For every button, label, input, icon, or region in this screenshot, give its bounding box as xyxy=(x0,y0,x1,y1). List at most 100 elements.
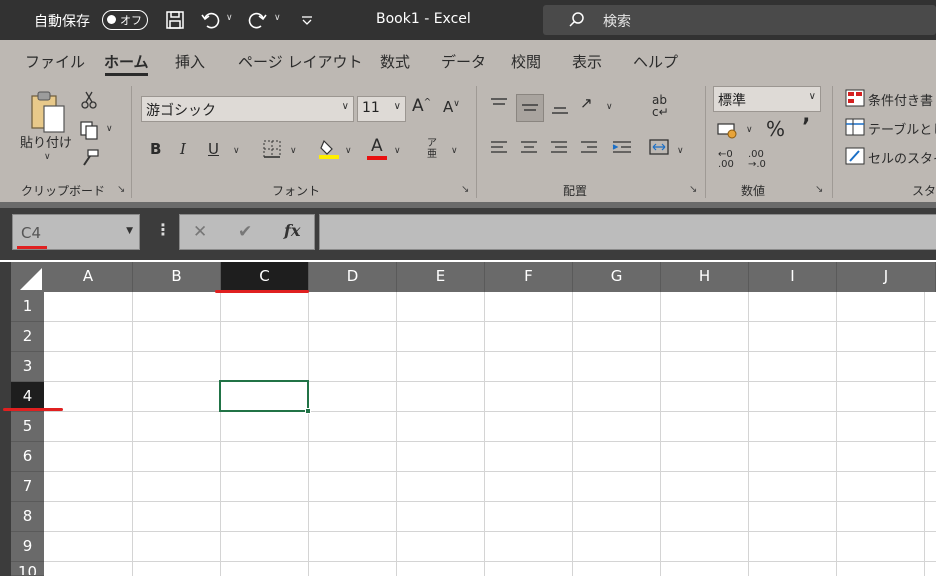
horizontal-align-icons[interactable] xyxy=(489,138,613,158)
save-icon[interactable] xyxy=(164,9,186,31)
column-header-d[interactable]: D xyxy=(309,262,397,292)
align-top-icon[interactable] xyxy=(489,96,509,114)
row-header-5[interactable]: 5 xyxy=(11,412,44,442)
fill-color-dropdown-icon[interactable]: ∨ xyxy=(345,146,352,156)
font-launcher-icon[interactable]: ↘ xyxy=(461,184,469,195)
undo-dropdown-icon[interactable]: ∨ xyxy=(226,13,233,23)
redo-dropdown-icon[interactable]: ∨ xyxy=(274,13,281,23)
borders-dropdown-icon[interactable]: ∨ xyxy=(290,146,297,156)
increase-font-icon[interactable]: A^ xyxy=(412,98,431,115)
select-all-button[interactable] xyxy=(11,262,44,292)
paste-label[interactable]: 貼り付け xyxy=(20,132,72,151)
cancel-icon[interactable]: ✕ xyxy=(193,222,207,242)
tab-formulas[interactable]: 数式 xyxy=(380,51,410,72)
merge-center-icon[interactable] xyxy=(648,137,670,157)
clipboard-launcher-icon[interactable]: ↘ xyxy=(117,184,125,195)
tab-insert[interactable]: 挿入 xyxy=(175,51,205,72)
cell-styles-label[interactable]: セルのスタイ xyxy=(868,148,936,167)
fill-color-icon[interactable] xyxy=(318,137,340,159)
column-header-j[interactable]: J xyxy=(837,262,936,292)
column-header-c[interactable]: C xyxy=(221,262,309,292)
worksheet-grid[interactable] xyxy=(0,258,936,576)
tab-file[interactable]: ファイル xyxy=(25,51,85,72)
font-color-icon[interactable]: A xyxy=(371,138,383,155)
tab-help[interactable]: ヘルプ xyxy=(633,51,678,72)
format-as-table-label[interactable]: テーブルとし xyxy=(868,119,936,138)
insert-function-icon[interactable]: fx xyxy=(284,221,300,240)
row-header-3[interactable]: 3 xyxy=(11,352,44,382)
underline-icon[interactable]: U xyxy=(208,142,219,157)
font-name-select[interactable]: 游ゴシック ∨ xyxy=(141,96,354,122)
currency-dropdown-icon[interactable]: ∨ xyxy=(746,125,753,135)
italic-icon[interactable]: I xyxy=(180,142,186,157)
format-as-table-icon[interactable] xyxy=(845,118,865,136)
tab-view[interactable]: 表示 xyxy=(572,51,602,72)
row-header-1[interactable]: 1 xyxy=(11,292,44,322)
undo-icon[interactable] xyxy=(199,9,221,31)
conditional-formatting-label[interactable]: 条件付き書 xyxy=(868,90,933,109)
font-color-dropdown-icon[interactable]: ∨ xyxy=(394,146,401,156)
column-header-h[interactable]: H xyxy=(661,262,749,292)
copy-icon[interactable] xyxy=(78,120,100,140)
column-header-i[interactable]: I xyxy=(749,262,837,292)
wrap-text-icon[interactable]: ab c↵ xyxy=(652,94,669,118)
redo-icon[interactable] xyxy=(247,9,269,31)
search-box[interactable]: 検索 xyxy=(543,5,936,35)
active-cell[interactable] xyxy=(219,380,309,412)
phonetic-dropdown-icon[interactable]: ∨ xyxy=(451,146,458,156)
customize-toolbar-icon[interactable] xyxy=(296,9,318,31)
align-bottom-icon[interactable] xyxy=(550,98,570,116)
enter-icon[interactable]: ✔ xyxy=(238,222,252,242)
paste-dropdown-icon[interactable]: ∨ xyxy=(44,152,51,162)
orientation-dropdown-icon[interactable]: ∨ xyxy=(606,102,613,112)
name-box[interactable]: C4 ▼ xyxy=(12,214,140,250)
gridline xyxy=(44,411,936,412)
row-header-6[interactable]: 6 xyxy=(11,442,44,472)
row-header-10[interactable]: 10 xyxy=(11,562,44,576)
column-header-e[interactable]: E xyxy=(397,262,485,292)
merge-dropdown-icon[interactable]: ∨ xyxy=(677,146,684,156)
name-box-dropdown-icon[interactable]: ▼ xyxy=(126,226,133,236)
row-header-8[interactable]: 8 xyxy=(11,502,44,532)
phonetic-icon[interactable]: ア亜 xyxy=(427,138,437,160)
column-header-a[interactable]: A xyxy=(44,262,133,292)
column-header-g[interactable]: G xyxy=(573,262,661,292)
comma-icon[interactable]: ’ xyxy=(802,117,810,139)
copy-dropdown-icon[interactable]: ∨ xyxy=(106,124,113,134)
grid-left-frame xyxy=(0,262,11,576)
orientation-icon[interactable]: ↗ xyxy=(580,96,593,111)
autosave-toggle[interactable]: オフ xyxy=(102,10,148,30)
number-format-select[interactable]: 標準 ∨ xyxy=(713,86,821,112)
column-header-f[interactable]: F xyxy=(485,262,573,292)
decrease-decimal-icon[interactable]: .00 →.0 xyxy=(748,150,766,170)
formula-input[interactable] xyxy=(319,214,936,250)
conditional-formatting-icon[interactable] xyxy=(845,89,865,107)
ribbon: 貼り付け ∨ ∨ クリップボード ↘ 游ゴシック ∨ 11 ∨ A^ A∨ B … xyxy=(0,80,936,202)
tab-data[interactable]: データ xyxy=(441,51,486,72)
font-size-select[interactable]: 11 ∨ xyxy=(357,96,406,122)
alignment-launcher-icon[interactable]: ↘ xyxy=(689,184,697,195)
currency-icon[interactable] xyxy=(716,120,738,140)
percent-icon[interactable]: % xyxy=(766,119,785,139)
cell-styles-icon[interactable] xyxy=(845,147,865,165)
increase-indent-icon[interactable] xyxy=(611,138,633,158)
column-header-b[interactable]: B xyxy=(133,262,221,292)
cut-icon[interactable] xyxy=(80,90,98,110)
row-header-7[interactable]: 7 xyxy=(11,472,44,502)
fill-handle[interactable] xyxy=(305,408,311,414)
tab-home[interactable]: ホーム xyxy=(104,51,149,72)
decrease-font-icon[interactable]: A∨ xyxy=(443,100,460,115)
bold-icon[interactable]: B xyxy=(150,142,161,157)
underline-dropdown-icon[interactable]: ∨ xyxy=(233,146,240,156)
number-launcher-icon[interactable]: ↘ xyxy=(815,184,823,195)
row-header-2[interactable]: 2 xyxy=(11,322,44,352)
row-header-9[interactable]: 9 xyxy=(11,532,44,562)
borders-icon[interactable] xyxy=(262,139,282,159)
tab-review[interactable]: 校閲 xyxy=(511,51,541,72)
paste-icon[interactable] xyxy=(28,88,68,134)
increase-decimal-icon[interactable]: ←0.00 xyxy=(718,150,734,170)
format-painter-icon[interactable] xyxy=(80,148,100,168)
align-middle-button[interactable] xyxy=(516,94,544,122)
formula-bar-grip-icon[interactable]: ⋮ xyxy=(155,220,171,239)
tab-page-layout[interactable]: ページ レイアウト xyxy=(238,51,362,72)
